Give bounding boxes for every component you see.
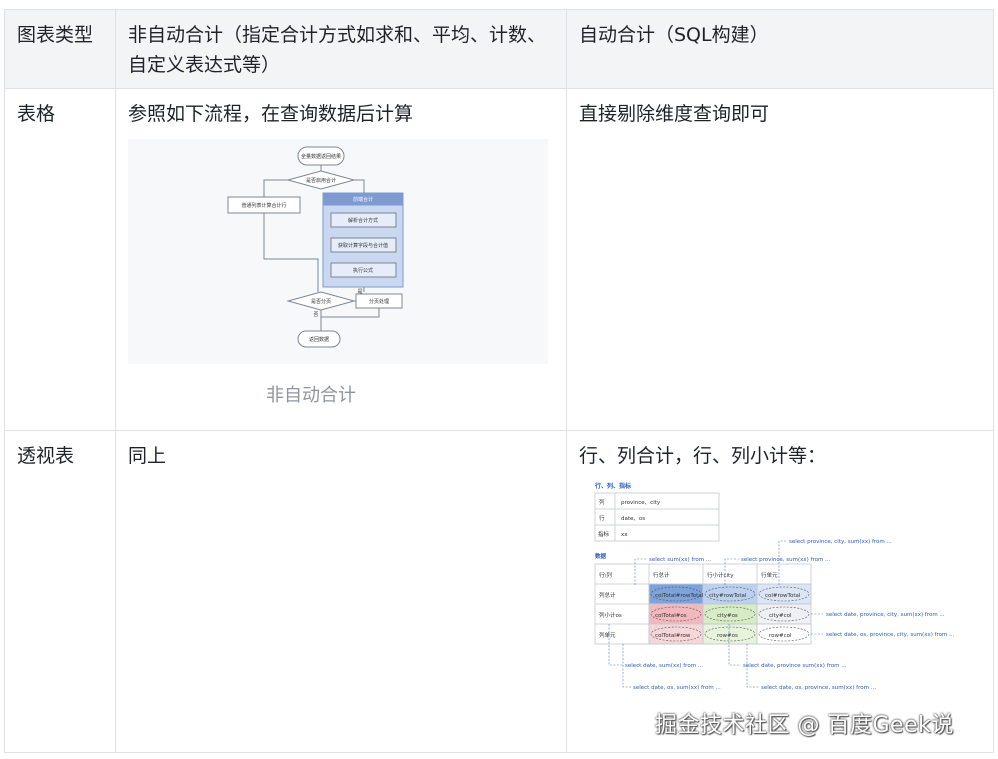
row-type-cell: 透视表 <box>4 430 116 753</box>
pivot-dim-value: date、os <box>621 516 645 522</box>
pivot-row-label: 列单元 <box>599 631 616 639</box>
pivot-row-label: 列总计 <box>599 591 616 599</box>
flowchart-caption: 非自动合计 <box>266 385 356 406</box>
pivot-grid-header: 行\列 <box>599 571 612 579</box>
table-row: 透视表 同上 行、列合计，行、列小计等： 行、列、指标 列 province、c… <box>4 430 994 753</box>
flow-group-title: 前端合计 <box>353 196 373 203</box>
pivot-cell: row#col <box>769 633 792 639</box>
flow-step2: 获取计算字段与合计值 <box>338 242 388 249</box>
row-auto-text: 行、列合计，行、列小计等： <box>579 445 827 467</box>
pivot-query: select sum(xx) from ... <box>649 557 711 563</box>
header-auto: 自动合计（SQL构建） <box>566 9 994 89</box>
pivot-dim-value: province、city <box>621 500 661 506</box>
flow-no-label: 否 <box>313 312 318 318</box>
flow-step3: 执行公式 <box>353 267 373 274</box>
flowchart-figure: 全量数据返回结果 是否启用合计 普通列表计算合计行 前端合计 解析合计方式 获取… <box>128 139 554 373</box>
pivot-query: select date, os, sum(xx) from ... <box>633 685 721 691</box>
flow-start: 全量数据返回结果 <box>301 153 341 160</box>
row-auto-cell: 直接剔除维度查询即可 <box>566 88 994 431</box>
row-manual-cell: 同上 <box>115 430 567 753</box>
pivot-dim-label: 指标 <box>598 530 610 538</box>
pivot-query: select province, city, sum(xx) from ... <box>789 539 892 545</box>
header-row: 图表类型 非自动合计（指定合计方式如求和、平均、计数、自定义表达式等） 自动合计… <box>4 9 994 89</box>
pivot-dim-value: xx <box>621 532 628 538</box>
pivot-cell: colTotal#os <box>655 613 687 619</box>
pivot-query: select date, os, province, city, sum(xx)… <box>826 632 955 638</box>
flow-yes-label: 是 <box>357 289 362 295</box>
row-manual-cell: 参照如下流程，在查询数据后计算 全量数据返回结果 是否启用合计 普通列表计算合计… <box>115 88 567 431</box>
header-chart-type: 图表类型 <box>4 9 116 89</box>
pivot-query: select date, province sum(xx) from ... <box>743 663 847 669</box>
flow-end: 返回数据 <box>309 336 329 343</box>
pivot-cell: city#col <box>769 613 792 619</box>
pivot-diagram: 行、列、指标 列 province、city 行 date、os 指标 xx 数… <box>594 482 955 691</box>
pivot-query: select date, os, province, sum(xx) from … <box>761 685 876 691</box>
pivot-dim-label: 列 <box>599 498 605 506</box>
pivot-cell: city#os <box>717 613 738 619</box>
pivot-section1-title: 行、列、指标 <box>594 482 631 490</box>
flow-step1: 解析合计方式 <box>348 217 378 224</box>
table-row: 表格 参照如下流程，在查询数据后计算 全量数据返回结果 是否启用合计 普通列表计… <box>4 88 994 431</box>
pivot-cell: city#rowTotal <box>709 593 747 599</box>
flow-left-box: 普通列表计算合计行 <box>241 202 286 209</box>
row-manual-text: 参照如下流程，在查询数据后计算 <box>128 103 414 125</box>
pivot-query: select date, sum(xx) from ... <box>625 663 703 669</box>
pivot-cell: col#rowTotal <box>765 593 801 599</box>
pivot-cell: row#os <box>717 633 738 639</box>
pivot-dim-label: 行 <box>599 514 605 522</box>
pivot-cell: colTotal#rowTotal <box>655 593 704 599</box>
flowchart-diagram: 全量数据返回结果 是否启用合计 普通列表计算合计行 前端合计 解析合计方式 获取… <box>128 139 548 364</box>
header-manual: 非自动合计（指定合计方式如求和、平均、计数、自定义表达式等） <box>115 9 567 89</box>
pivot-row-label: 列小计os <box>599 611 622 619</box>
flow-decision2: 是否分页 <box>311 298 331 305</box>
pivot-grid-header: 行小计city <box>707 571 734 579</box>
pivot-cell: colTotal#row <box>655 633 691 639</box>
pivot-grid-header: 行总计 <box>653 571 670 579</box>
row-type-cell: 表格 <box>4 88 116 431</box>
flow-decision1: 是否启用合计 <box>306 177 336 184</box>
row-auto-cell: 行、列合计，行、列小计等： 行、列、指标 列 province、city 行 d… <box>566 430 994 753</box>
watermark: 掘金技术社区 @ 百度Geek说 <box>655 713 954 738</box>
pivot-query: select province, sum(xx) from ... <box>741 557 831 563</box>
flow-right-box: 分页处理 <box>369 298 389 305</box>
pivot-query: select date, province, city, sum(xx) fro… <box>826 612 945 618</box>
comparison-table: 图表类型 非自动合计（指定合计方式如求和、平均、计数、自定义表达式等） 自动合计… <box>4 9 994 753</box>
pivot-section2-title: 数据 <box>595 552 607 560</box>
pivot-grid-header: 行单元 <box>761 571 778 579</box>
